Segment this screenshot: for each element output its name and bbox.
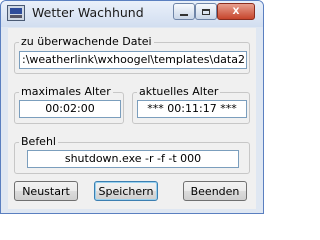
app-icon[interactable] bbox=[7, 5, 25, 21]
main-window: Wetter Wachhund X zu überwachende Datei … bbox=[0, 0, 264, 214]
file-path-input[interactable]: :\weatherlink\wxhoogel\templates\data2.t… bbox=[19, 51, 247, 69]
exit-button[interactable]: Beenden bbox=[183, 181, 247, 201]
max-age-group: maximales Alter 00:02:00 bbox=[14, 86, 124, 124]
dialog-client-area: zu überwachende Datei :\weatherlink\wxho… bbox=[8, 28, 256, 209]
window-title: Wetter Wachhund bbox=[32, 5, 144, 20]
maximize-button[interactable] bbox=[195, 3, 217, 20]
minimize-button[interactable] bbox=[173, 3, 195, 20]
current-age-group: aktuelles Alter *** 00:11:17 *** bbox=[132, 86, 250, 124]
current-age-label: aktuelles Alter bbox=[137, 85, 221, 98]
restart-button[interactable]: Neustart bbox=[14, 181, 78, 201]
minimize-icon bbox=[180, 13, 188, 16]
close-icon: X bbox=[232, 6, 240, 17]
file-group: zu überwachende Datei :\weatherlink\wxho… bbox=[14, 36, 250, 74]
max-age-input[interactable]: 00:02:00 bbox=[19, 100, 121, 118]
close-button[interactable]: X bbox=[217, 3, 255, 20]
command-label: Befehl bbox=[19, 135, 58, 148]
current-age-field: *** 00:11:17 *** bbox=[137, 100, 247, 118]
save-button[interactable]: Speichern bbox=[94, 181, 158, 201]
max-age-label: maximales Alter bbox=[19, 85, 113, 98]
maximize-icon bbox=[202, 8, 210, 15]
file-group-label: zu überwachende Datei bbox=[19, 35, 154, 48]
title-bar[interactable]: Wetter Wachhund X bbox=[1, 1, 263, 27]
command-input[interactable]: shutdown.exe -r -f -t 000 bbox=[27, 150, 239, 168]
command-group: Befehl shutdown.exe -r -f -t 000 bbox=[14, 136, 250, 174]
